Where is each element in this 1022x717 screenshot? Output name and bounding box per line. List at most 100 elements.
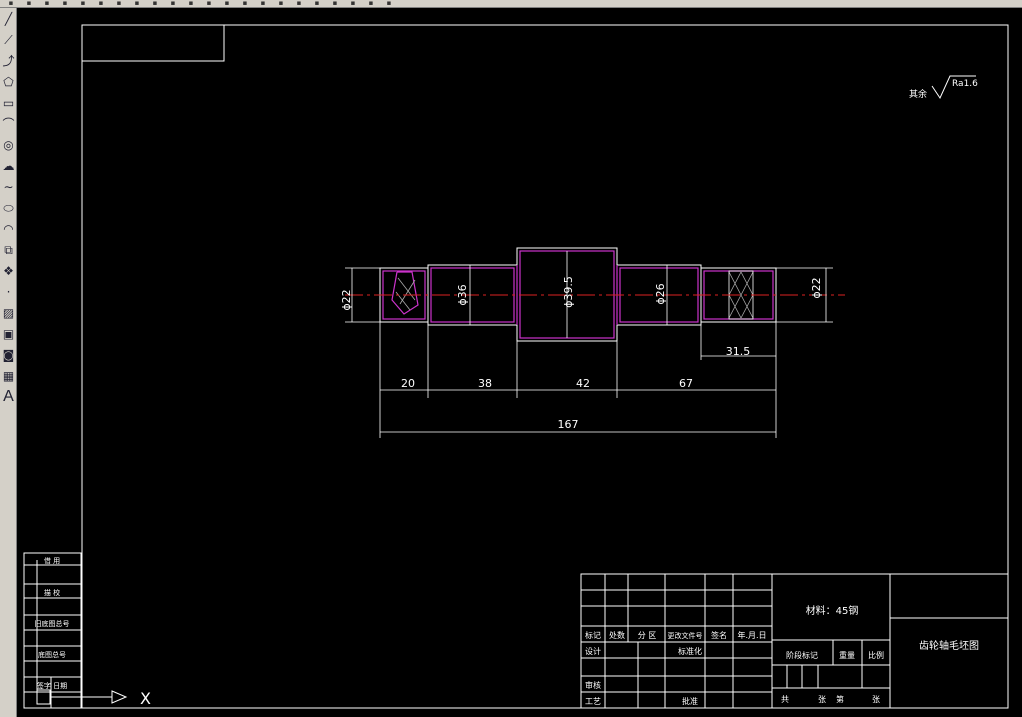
insert-block-tool[interactable]: ⧉ (1, 239, 16, 260)
tb-scale: 比例 (868, 650, 884, 660)
polyline-icon: ⤴ (2, 53, 15, 68)
point-tool[interactable]: · (1, 281, 16, 302)
dim-phi22-left: ϕ22 (340, 289, 353, 310)
construction-line-tool[interactable]: ⟋ (1, 29, 16, 50)
dim-20: 20 (401, 377, 415, 390)
tb-approve: 批准 (682, 696, 698, 706)
gradient-icon: ▣ (2, 326, 15, 341)
table-icon: ▦ (2, 368, 15, 383)
polygon-tool[interactable]: ⬠ (1, 71, 16, 92)
dim-67: 67 (679, 377, 693, 390)
tb-sheet-unit: 张 (872, 695, 880, 704)
tb-header-sign: 签名 (711, 630, 727, 640)
region-tool[interactable]: ◙ (1, 344, 16, 365)
rectangle-icon: ▭ (2, 95, 15, 110)
properties-icon[interactable]: ▪ (292, 0, 306, 7)
dim-42: 42 (576, 377, 590, 390)
tb-stage-mark: 阶段标记 (786, 650, 818, 660)
line-icon: ╱ (4, 11, 13, 26)
pan-icon[interactable]: ▪ (220, 0, 234, 7)
shaft-part (345, 247, 845, 342)
polyline-tool[interactable]: ⤴ (1, 50, 16, 71)
tb-design: 设计 (585, 646, 601, 656)
left-panel-label-1: 借 用 (44, 556, 60, 565)
drawing-canvas[interactable]: 借 用 描 校 旧底图总号 底图总号 签字 日期 其余 Ra1.6 ϕ22 ϕ3… (18, 9, 1022, 717)
new-icon[interactable]: ▪ (4, 0, 18, 7)
polygon-icon: ⬠ (3, 74, 14, 89)
tb-header-date: 年.月.日 (737, 630, 766, 640)
circle-icon: ◎ (3, 137, 14, 152)
make-block-icon: ❖ (3, 263, 14, 278)
dim-31-5: 31.5 (726, 345, 751, 358)
insert-block-icon: ⧉ (4, 242, 13, 257)
preview-icon[interactable]: ▪ (76, 0, 90, 7)
calculator-icon[interactable]: ▪ (346, 0, 360, 7)
tb-drawing-name: 齿轮轴毛坯图 (919, 639, 979, 652)
spline-tool[interactable]: ∼ (1, 176, 16, 197)
publish-icon[interactable]: ▪ (94, 0, 108, 7)
standard-toolbar: ▪ ▪ ▪ ▪ ▪ ▪ ▪ ▪ ▪ ▪ ▪ ▪ ▪ ▪ ▪ ▪ ▪ ▪ ▪ ▪ ▪ ▪ (0, 0, 1022, 8)
dim-phi22-right: ϕ22 (810, 277, 823, 298)
tb-review: 审核 (585, 680, 601, 690)
cut-icon[interactable]: ▪ (112, 0, 126, 7)
hatch-tool[interactable]: ▨ (1, 302, 16, 323)
tb-process: 工艺 (585, 697, 601, 706)
tb-material: 材料：45钢 (806, 604, 859, 617)
dim-phi39-5: ϕ39.5 (562, 276, 575, 308)
tb-weight: 重量 (839, 650, 855, 660)
left-panel-labels: 借 用 描 校 旧底图总号 底图总号 签字 日期 (35, 556, 70, 690)
spline-icon: ∼ (3, 179, 14, 194)
multiline-text-tool[interactable]: A (1, 386, 16, 407)
line-tool[interactable]: ╱ (1, 8, 16, 29)
revision-cloud-tool[interactable]: ☁ (1, 155, 16, 176)
paste-icon[interactable]: ▪ (148, 0, 162, 7)
tb-standardization: 标准化 (678, 646, 702, 656)
tb-total: 共 (781, 695, 789, 704)
zoom-previous-icon[interactable]: ▪ (274, 0, 288, 7)
arc-icon: ⌒ (2, 116, 15, 131)
dimension-lines (345, 251, 833, 438)
design-center-icon[interactable]: ▪ (310, 0, 324, 7)
draw-toolbar: ╱ ⟋ ⤴ ⬠ ▭ ⌒ ◎ ☁ ∼ ⬭ ◠ ⧉ ❖ · ▨ ▣ ◙ ▦ A (0, 8, 17, 717)
zoom-realtime-icon[interactable]: ▪ (238, 0, 252, 7)
drawing-code-box (81, 24, 225, 62)
gradient-tool[interactable]: ▣ (1, 323, 16, 344)
tb-sheet: 第 (836, 694, 844, 704)
rectangle-tool[interactable]: ▭ (1, 92, 16, 113)
ucs-x-label: X (140, 689, 151, 708)
drawing-border (81, 24, 1009, 709)
make-block-tool[interactable]: ❖ (1, 260, 16, 281)
point-icon: · (6, 284, 11, 299)
left-panel-label-3: 旧底图总号 (35, 619, 70, 628)
open-icon[interactable]: ▪ (22, 0, 36, 7)
dim-phi26: ϕ26 (654, 283, 667, 304)
construction-line-icon: ⟋ (4, 32, 13, 47)
tb-header-zone: 分 区 (638, 631, 657, 640)
circle-tool[interactable]: ◎ (1, 134, 16, 155)
dim-38: 38 (478, 377, 492, 390)
copy-icon[interactable]: ▪ (130, 0, 144, 7)
table-tool[interactable]: ▦ (1, 365, 16, 386)
arc-tool[interactable]: ⌒ (1, 113, 16, 134)
undo-icon[interactable]: ▪ (184, 0, 198, 7)
zoom-window-icon[interactable]: ▪ (256, 0, 270, 7)
roughness-value: Ra1.6 (952, 79, 978, 89)
ellipse-arc-tool[interactable]: ◠ (1, 218, 16, 239)
tb-header-mark: 标记 (585, 630, 601, 640)
tb-header-change-doc: 更改文件号 (668, 631, 703, 640)
match-prop-icon[interactable]: ▪ (166, 0, 180, 7)
ellipse-tool[interactable]: ⬭ (1, 197, 16, 218)
print-icon[interactable]: ▪ (58, 0, 72, 7)
left-panel-label-2: 描 校 (44, 588, 60, 597)
region-icon: ◙ (2, 347, 15, 362)
tool-palette-icon[interactable]: ▪ (328, 0, 342, 7)
dim-167: 167 (558, 418, 579, 431)
title-block-texts: 材料：45钢 齿轮轴毛坯图 标记 处数 分 区 更改文件号 签名 年.月.日 设… (585, 604, 979, 706)
layer-icon[interactable]: ▪ (364, 0, 378, 7)
redo-icon[interactable]: ▪ (202, 0, 216, 7)
color-icon[interactable]: ▪ (382, 0, 396, 7)
save-icon[interactable]: ▪ (40, 0, 54, 7)
roughness-note: 其余 (909, 88, 927, 100)
ellipse-icon: ⬭ (3, 200, 14, 215)
revision-cloud-icon: ☁ (2, 158, 15, 173)
